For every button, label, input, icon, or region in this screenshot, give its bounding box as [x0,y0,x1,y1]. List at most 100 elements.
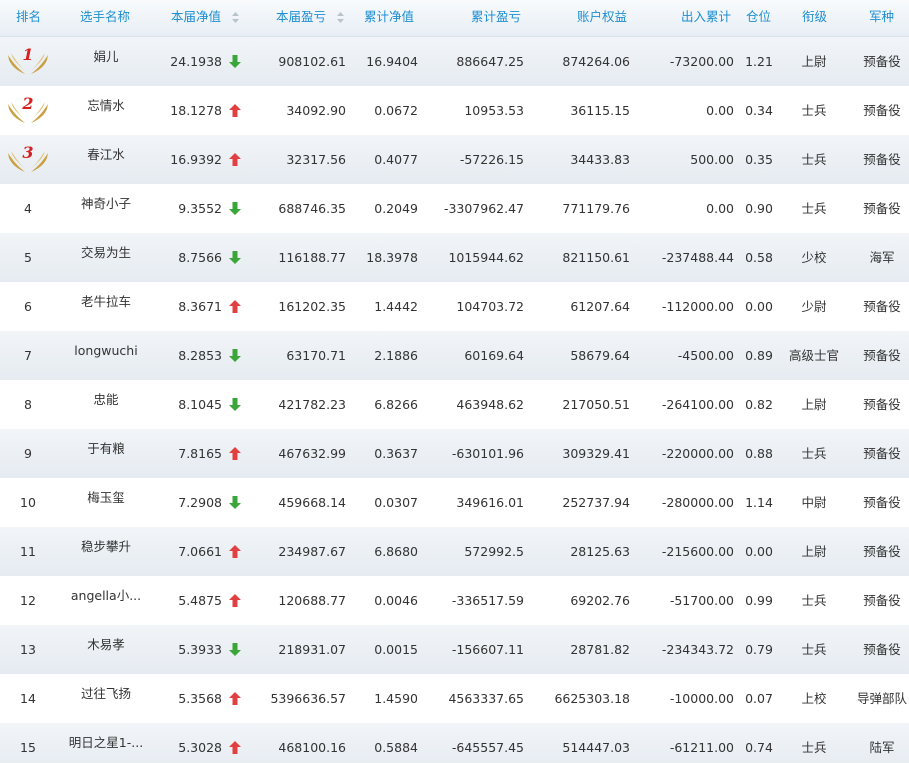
cell-name[interactable]: 娟儿 [60,37,152,86]
rank-number: 3 [22,143,34,162]
cell-cum-pnl: 463948.62 [456,397,524,412]
cell-pnl: 421782.23 [278,397,346,412]
cell-branch: 预备役 [863,544,901,559]
cell-cum-nav: 6.8266 [374,397,418,412]
cell-branch: 预备役 [863,54,901,69]
cell-position: 0.82 [745,397,773,412]
table-row[interactable]: 2 忘情水 18.1278 34092.90 0.0672 10953.53 36115.1… [0,86,909,135]
table-row[interactable]: 13 木易孝 5.3933 218931.07 0.0015 -156607.11 2878… [0,625,909,674]
header-name[interactable]: 选手名称 [80,0,130,36]
cell-cum-nav: 0.3637 [374,446,418,461]
table-row[interactable]: 8 忠能 8.1045 421782.23 6.8266 463948.62 217050.… [0,380,909,429]
cell-name[interactable]: angella小... [60,576,152,625]
table-row[interactable]: 12 angella小... 5.4875 120688.77 0.0046 -33651… [0,576,909,625]
cell-flow: -51700.00 [669,593,734,608]
table-row[interactable]: 10 梅玉玺 7.2908 459668.14 0.0307 349616.01 25273… [0,478,909,527]
cell-title: 士兵 [801,642,827,657]
header-position[interactable]: 仓位 [746,0,771,36]
header-branch[interactable]: 军种 [869,0,894,36]
cell-nav: 5.3568 [178,691,222,706]
cell-name[interactable]: 忘情水 [60,86,152,135]
cell-name[interactable]: 过往飞扬 [60,674,152,723]
cell-branch: 预备役 [863,103,901,118]
cell-flow: -237488.44 [661,250,734,265]
cell-rank: 14 [20,691,36,706]
cell-position: 1.21 [745,54,773,69]
cell-name[interactable]: 明日之星1-... [60,723,152,763]
red-up-arrow-icon [229,545,241,558]
cell-pnl: 34092.90 [286,103,346,118]
cell-cum-nav: 6.8680 [374,544,418,559]
cell-pnl: 468100.16 [278,740,346,755]
cell-cum-nav: 0.0672 [374,103,418,118]
cell-title: 高级士官 [788,348,839,363]
table-row[interactable]: 9 于有粮 7.8165 467632.99 0.3637 -630101.96 30932… [0,429,909,478]
table-row[interactable]: 1 娟儿 24.1938 908102.61 16.9404 886647.25 87426… [0,37,909,86]
header-title[interactable]: 衔级 [802,0,827,36]
cell-branch: 海军 [869,250,895,265]
cell-name[interactable]: 忠能 [60,380,152,429]
cell-name[interactable]: 春江水 [60,135,152,184]
cell-rank: 10 [20,495,36,510]
cell-branch: 预备役 [863,397,901,412]
sort-updown-icon[interactable] [337,12,344,23]
sort-updown-icon[interactable] [232,12,239,23]
cell-cum-nav: 0.0307 [374,495,418,510]
table-header: 排名 选手名称 本届净值 本届盈亏 累计净值 累计盈亏 账户权益 出入累计 仓位… [0,0,909,37]
header-equity[interactable]: 账户权益 [577,0,627,36]
rank-number: 1 [22,45,34,64]
cell-cum-nav: 0.0046 [374,593,418,608]
cell-name[interactable]: 老牛拉车 [60,282,152,331]
cell-flow: 500.00 [690,152,734,167]
table-row[interactable]: 4 神奇小子 9.3552 688746.35 0.2049 -3307962.47 771… [0,184,909,233]
cell-position: 0.89 [745,348,773,363]
table-row[interactable]: 15 明日之星1-... 5.3028 468100.16 0.5884 -645557.… [0,723,909,763]
cell-cum-nav: 1.4442 [374,299,418,314]
cell-flow: -73200.00 [669,54,734,69]
cell-flow: -234343.72 [661,642,734,657]
table-row[interactable]: 7 longwuchi 8.2853 63170.71 2.1886 60169.64 58… [0,331,909,380]
header-nav[interactable]: 本届净值 [171,0,221,36]
cell-title: 上尉 [801,397,827,412]
header-cum-nav[interactable]: 累计净值 [364,0,414,36]
cell-name[interactable]: 稳步攀升 [60,527,152,576]
cell-name[interactable]: 于有粮 [60,429,152,478]
cell-flow: -220000.00 [661,446,734,461]
cell-name[interactable]: 交易为生 [60,233,152,282]
table-row[interactable]: 6 老牛拉车 8.3671 161202.35 1.4442 104703.72 61207… [0,282,909,331]
header-rank[interactable]: 排名 [16,0,41,36]
cell-title: 上尉 [801,544,827,559]
cell-title: 少校 [801,250,827,265]
cell-branch: 预备役 [863,201,901,216]
cell-pnl: 161202.35 [278,299,346,314]
cell-pnl: 120688.77 [278,593,346,608]
cell-title: 中尉 [801,495,827,510]
cell-rank: 5 [24,250,32,265]
cell-cum-pnl: 572992.5 [464,544,524,559]
header-flow[interactable]: 出入累计 [681,0,731,36]
cell-name[interactable]: longwuchi [60,331,152,380]
cell-nav: 18.1278 [170,103,222,118]
cell-cum-nav: 0.5884 [374,740,418,755]
cell-name[interactable]: 梅玉玺 [60,478,152,527]
cell-cum-pnl: 4563337.65 [448,691,524,706]
table-row[interactable]: 5 交易为生 8.7566 116188.77 18.3978 1015944.62 821… [0,233,909,282]
cell-equity: 34433.83 [570,152,630,167]
cell-flow: -215600.00 [661,544,734,559]
table-row[interactable]: 3 春江水 16.9392 32317.56 0.4077 -57226.15 34433.… [0,135,909,184]
header-pnl[interactable]: 本届盈亏 [276,0,326,36]
cell-rank: 13 [20,642,36,657]
red-up-arrow-icon [229,741,241,754]
table-row[interactable]: 14 过往飞扬 5.3568 5396636.57 1.4590 4563337.65 66… [0,674,909,723]
cell-name[interactable]: 神奇小子 [60,184,152,233]
cell-equity: 36115.15 [570,103,630,118]
rank-number: 2 [22,94,34,113]
cell-nav: 8.7566 [178,250,222,265]
cell-name[interactable]: 木易孝 [60,625,152,674]
cell-branch: 预备役 [863,593,901,608]
cell-position: 0.88 [745,446,773,461]
table-row[interactable]: 11 稳步攀升 7.0661 234987.67 6.8680 572992.5 28125… [0,527,909,576]
cell-branch: 预备役 [863,152,901,167]
cell-equity: 309329.41 [562,446,630,461]
header-cum-pnl[interactable]: 累计盈亏 [471,0,521,36]
